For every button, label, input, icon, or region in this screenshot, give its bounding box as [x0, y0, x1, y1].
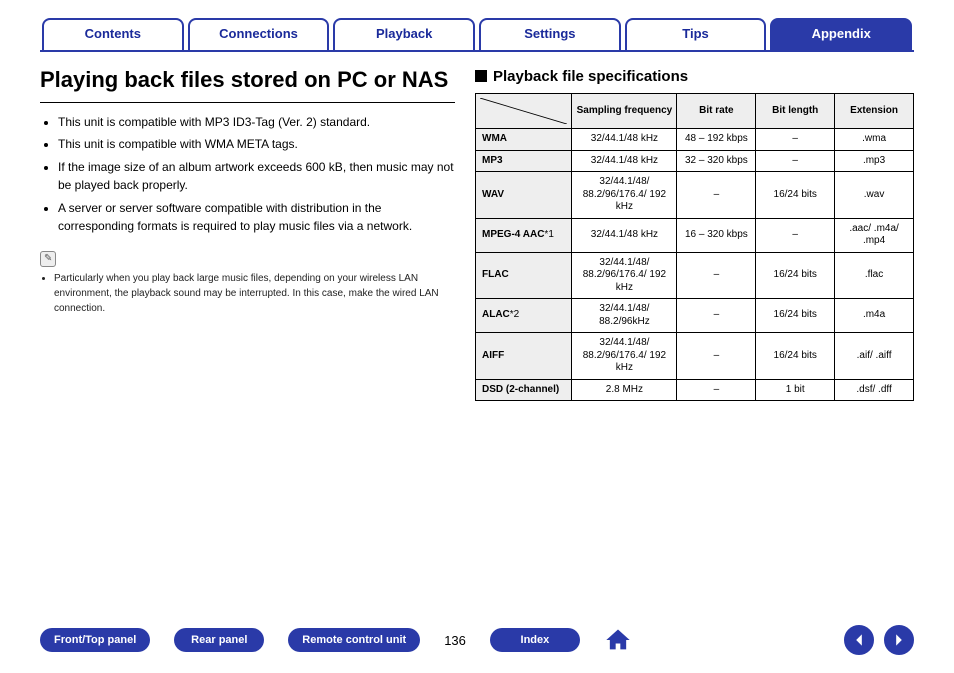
sampling-cell: 32/44.1/48 kHz — [572, 129, 677, 151]
index-button[interactable]: Index — [490, 628, 580, 653]
top-tabs: Contents Connections Playback Settings T… — [0, 0, 954, 50]
format-cell: FLAC — [476, 252, 572, 299]
format-cell: DSD (2-channel) — [476, 379, 572, 401]
format-cell: WMA — [476, 129, 572, 151]
tab-contents[interactable]: Contents — [42, 18, 184, 50]
table-row: WAV32/44.1/48/ 88.2/96/176.4/ 192 kHz–16… — [476, 172, 914, 219]
spec-subheading-text: Playback file specifications — [493, 68, 688, 85]
sampling-cell: 32/44.1/48 kHz — [572, 218, 677, 252]
table-row: MPEG-4 AAC*132/44.1/48 kHz16 – 320 kbps–… — [476, 218, 914, 252]
bitrate-cell: 32 – 320 kbps — [677, 150, 756, 172]
remote-control-button[interactable]: Remote control unit — [288, 628, 420, 653]
format-cell: WAV — [476, 172, 572, 219]
page-title: Playing back files stored on PC or NAS — [40, 66, 455, 94]
note-icon: ✎ — [40, 251, 56, 267]
next-page-button[interactable] — [884, 625, 914, 655]
note-item: Particularly when you play back large mu… — [54, 271, 455, 316]
compatibility-bullets: This unit is compatible with MP3 ID3-Tag… — [40, 113, 455, 237]
ext-cell: .flac — [835, 252, 914, 299]
bullet-item: This unit is compatible with MP3 ID3-Tag… — [58, 113, 455, 132]
spec-table: Sampling frequency Bit rate Bit length E… — [475, 93, 914, 401]
sampling-cell: 32/44.1/48/ 88.2/96/176.4/ 192 kHz — [572, 172, 677, 219]
tab-settings[interactable]: Settings — [479, 18, 621, 50]
sampling-cell: 32/44.1/48/ 88.2/96kHz — [572, 299, 677, 333]
format-cell: AIFF — [476, 333, 572, 380]
ext-cell: .aif/ .aiff — [835, 333, 914, 380]
table-row: ALAC*232/44.1/48/ 88.2/96kHz–16/24 bits.… — [476, 299, 914, 333]
bitrate-cell: – — [677, 172, 756, 219]
table-row: DSD (2-channel)2.8 MHz–1 bit.dsf/ .dff — [476, 379, 914, 401]
table-row: MP332/44.1/48 kHz32 – 320 kbps–.mp3 — [476, 150, 914, 172]
tab-playback[interactable]: Playback — [333, 18, 475, 50]
page-arrows — [844, 625, 914, 655]
tab-appendix[interactable]: Appendix — [770, 18, 912, 50]
bitlength-cell: 16/24 bits — [756, 252, 835, 299]
table-row: FLAC32/44.1/48/ 88.2/96/176.4/ 192 kHz–1… — [476, 252, 914, 299]
home-icon[interactable] — [604, 626, 632, 654]
bitrate-cell: – — [677, 299, 756, 333]
format-cell: ALAC*2 — [476, 299, 572, 333]
sampling-cell: 2.8 MHz — [572, 379, 677, 401]
spec-table-body: WMA32/44.1/48 kHz48 – 192 kbps–.wmaMP332… — [476, 129, 914, 401]
note-list: Particularly when you play back large mu… — [40, 271, 455, 316]
bullet-item: This unit is compatible with WMA META ta… — [58, 135, 455, 154]
bitlength-cell: 16/24 bits — [756, 333, 835, 380]
col-bitrate: Bit rate — [677, 94, 756, 129]
right-column: Playback file specifications Sampling fr… — [470, 62, 914, 401]
table-row: WMA32/44.1/48 kHz48 – 192 kbps–.wma — [476, 129, 914, 151]
diagonal-header — [476, 94, 572, 129]
ext-cell: .dsf/ .dff — [835, 379, 914, 401]
bitlength-cell: 1 bit — [756, 379, 835, 401]
bitrate-cell: – — [677, 333, 756, 380]
bitrate-cell: 16 – 320 kbps — [677, 218, 756, 252]
spec-subheading: Playback file specifications — [475, 68, 914, 85]
tab-tips[interactable]: Tips — [625, 18, 767, 50]
footer-nav: Front/Top panel Rear panel Remote contro… — [0, 625, 954, 655]
bitrate-cell: – — [677, 252, 756, 299]
bitlength-cell: – — [756, 218, 835, 252]
bitrate-cell: 48 – 192 kbps — [677, 129, 756, 151]
format-cell: MPEG-4 AAC*1 — [476, 218, 572, 252]
ext-cell: .wma — [835, 129, 914, 151]
tab-connections[interactable]: Connections — [188, 18, 330, 50]
format-cell: MP3 — [476, 150, 572, 172]
title-divider — [40, 102, 455, 103]
ext-cell: .aac/ .m4a/ .mp4 — [835, 218, 914, 252]
left-column: Playing back files stored on PC or NAS T… — [40, 62, 470, 401]
ext-cell: .mp3 — [835, 150, 914, 172]
front-top-panel-button[interactable]: Front/Top panel — [40, 628, 150, 653]
col-sampling: Sampling frequency — [572, 94, 677, 129]
page-number: 136 — [444, 633, 466, 648]
bitrate-cell: – — [677, 379, 756, 401]
bullet-item: A server or server software compatible w… — [58, 199, 455, 236]
bitlength-cell: 16/24 bits — [756, 299, 835, 333]
bitlength-cell: – — [756, 150, 835, 172]
ext-cell: .wav — [835, 172, 914, 219]
prev-page-button[interactable] — [844, 625, 874, 655]
table-row: AIFF32/44.1/48/ 88.2/96/176.4/ 192 kHz–1… — [476, 333, 914, 380]
bitlength-cell: – — [756, 129, 835, 151]
sampling-cell: 32/44.1/48/ 88.2/96/176.4/ 192 kHz — [572, 252, 677, 299]
bullet-item: If the image size of an album artwork ex… — [58, 158, 455, 195]
bitlength-cell: 16/24 bits — [756, 172, 835, 219]
rear-panel-button[interactable]: Rear panel — [174, 628, 264, 653]
ext-cell: .m4a — [835, 299, 914, 333]
page-content: Playing back files stored on PC or NAS T… — [0, 52, 954, 401]
col-extension: Extension — [835, 94, 914, 129]
col-bitlength: Bit length — [756, 94, 835, 129]
sampling-cell: 32/44.1/48/ 88.2/96/176.4/ 192 kHz — [572, 333, 677, 380]
sampling-cell: 32/44.1/48 kHz — [572, 150, 677, 172]
square-bullet-icon — [475, 70, 487, 82]
